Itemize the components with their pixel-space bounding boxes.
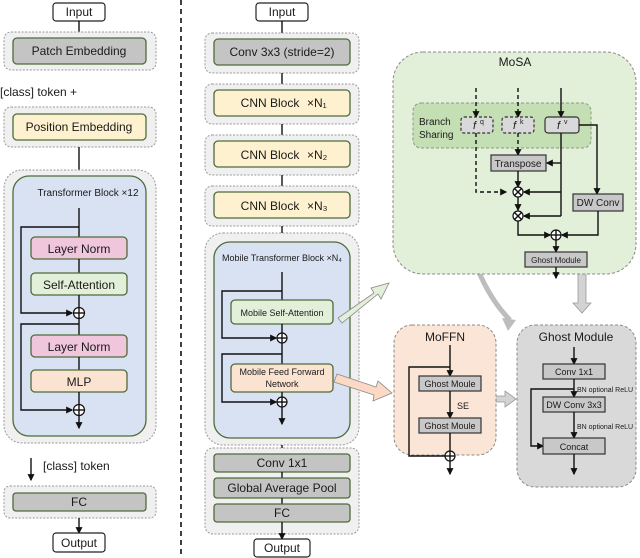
multiply-op-icon [512,210,524,222]
fq-superscript: q [480,119,484,126]
add-op-icon [276,396,288,408]
ghost-conv1x1-label: Conv 1x1 [555,367,593,377]
vit-input-label: Input [66,5,93,19]
moffn-add-op-icon [444,450,456,462]
mlp-label: MLP [67,375,92,389]
conv1x1-label: Conv 1x1 [257,456,308,470]
mobile-fc-label: FC [274,506,290,520]
cnn-block-1-label: CNN Block [241,96,301,110]
fc-label: FC [71,495,87,509]
global-average-pool-label: Global Average Pool [227,481,336,495]
fq-box [460,116,494,134]
branch-label-line1: Branch [419,117,451,128]
ghost-expand-arrow-down [572,270,592,314]
se-label: SE [457,401,469,411]
layer-norm-2-label: Layer Norm [48,340,111,354]
bn-relu-label-1: BN optional ReLU [577,387,633,394]
mosa-title: MoSA [499,55,532,69]
moffn-title: MoFFN [425,330,465,344]
transformer-block-label: Transformer Block ×12 [37,188,138,199]
add-op-icon [276,332,288,344]
mobile-ffn-label-line2: Network [265,379,299,389]
mobile-input-label: Input [269,5,296,19]
moffn-panel: MoFFN Ghost Moule SE Ghost Moule [393,324,497,457]
fv-box [544,116,580,134]
class-token-plus-label: [class] token + [0,85,77,99]
branch-sharing-arrowhead-end [502,318,516,331]
self-attention-label: Self-Attention [43,278,115,292]
concat-label: Concat [560,442,589,452]
add-op-icon [72,403,86,417]
dwconv-label: DW Conv [577,198,620,209]
position-embedding-label: Position Embedding [26,120,133,134]
mobile-ffn-label-line1: Mobile Feed Forward [239,367,324,377]
branch-label-line2: Sharing [419,130,453,141]
moffn-ghost-1-label: Ghost Moule [424,379,475,389]
ghost-dwconv-label: DW Conv 3x3 [546,400,602,410]
layer-norm-1-label: Layer Norm [48,242,111,256]
mobile-self-attention-label: Mobile Self-Attention [240,308,323,318]
mosa-ghost-module-label: Ghost Module [531,256,581,265]
architecture-diagram: Input Patch Embedding [class] token + Po… [0,0,637,558]
add-op-icon [72,306,86,320]
add-op-icon [550,229,562,241]
fv-superscript: v [564,119,568,126]
cnn-block-2-mult: ×N₂ [307,148,328,162]
cnn-block-3-mult: ×N₃ [307,199,328,213]
cnn-block-2-label: CNN Block [241,148,301,162]
bn-relu-label-2: BN optional ReLU [577,424,633,431]
transpose-label: Transpose [495,159,542,170]
mobile-column: Input Conv 3x3 (stride=2) CNN Block ×N₁ … [204,2,360,558]
fk-superscript: k [520,119,524,126]
vit-output-label: Output [61,536,98,550]
conv3x3-label: Conv 3x3 (stride=2) [229,45,334,59]
moffn-ghost-2-label: Ghost Moule [424,421,475,431]
ghost-module-title: Ghost Module [539,330,614,344]
cnn-block-1-mult: ×N₁ [307,96,327,110]
mobile-output-label: Output [264,541,301,555]
multiply-op-icon [512,186,524,198]
ghost-module-panel: Ghost Module Conv 1x1 BN optional ReLU D… [516,324,637,488]
class-token-label: [class] token [43,459,110,473]
mobile-transformer-label: Mobile Transformer Block ×N₄ [222,253,342,263]
fk-box [501,116,535,134]
vit-column: Input Patch Embedding [class] token + Po… [0,2,157,553]
cnn-block-3-label: CNN Block [241,199,301,213]
patch-embedding-label: Patch Embedding [32,44,127,58]
mosa-panel: MoSA Branch Sharing f q f k f v Transpos… [392,51,637,280]
